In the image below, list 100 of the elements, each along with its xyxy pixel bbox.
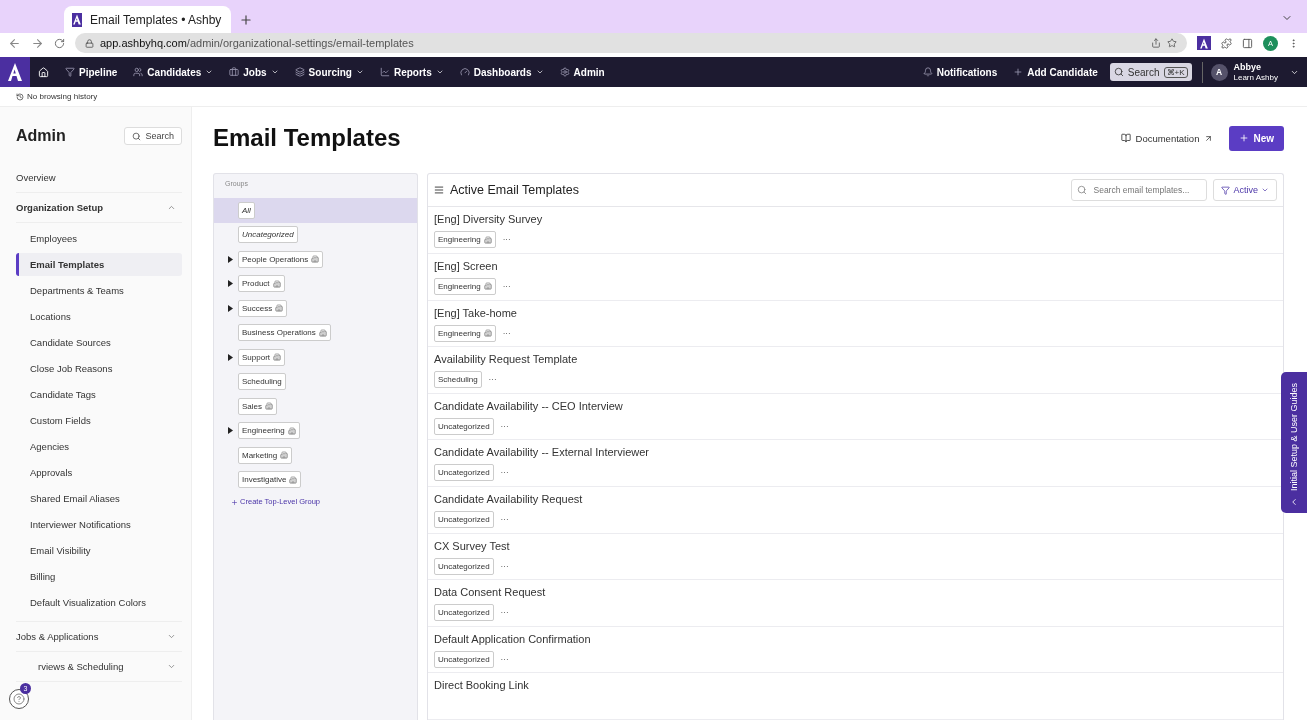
nav-item[interactable]: Jobs (221, 66, 287, 78)
sidebar-item[interactable]: Email Templates (16, 253, 182, 276)
template-title[interactable]: Data Consent Request (434, 586, 1277, 602)
template-title[interactable]: [Eng] Diversity Survey (434, 213, 1277, 229)
template-title[interactable]: Candidate Availability -- CEO Interview (434, 399, 1277, 415)
notifications-link[interactable]: Notifications (914, 66, 1006, 78)
more-options[interactable]: ··· (502, 282, 511, 291)
ashby-logo[interactable] (0, 57, 30, 87)
section-header[interactable]: Overview (16, 172, 56, 183)
expand-triangle-icon[interactable] (228, 255, 233, 263)
expand-triangle-icon[interactable] (228, 427, 233, 435)
more-options[interactable]: ··· (502, 328, 511, 338)
sidebar-item[interactable]: Close Job Reasons (16, 357, 182, 380)
group-chip[interactable]: Uncategorized (238, 226, 298, 244)
more-options[interactable]: ··· (500, 608, 509, 618)
nav-item[interactable]: Sourcing (286, 66, 372, 78)
group-chip[interactable]: Product (238, 275, 285, 293)
star-icon[interactable] (1167, 38, 1177, 48)
sidebar-item[interactable]: Interviewer Notifications (16, 513, 182, 536)
expand-triangle-icon[interactable] (228, 280, 233, 288)
sidebar-item[interactable]: Locations (16, 305, 182, 328)
group-row[interactable]: Investigative (214, 467, 417, 492)
group-chip[interactable]: Sales (238, 397, 277, 415)
back-icon[interactable] (8, 36, 21, 50)
browser-tab[interactable]: Email Templates • Ashby (64, 6, 231, 33)
sidebar-item[interactable]: Billing (16, 565, 182, 588)
template-title[interactable]: Direct Booking Link (434, 679, 1277, 695)
sidebar-item[interactable]: Candidate Sources (16, 331, 182, 354)
group-chip[interactable]: Business Operations (238, 324, 331, 342)
reload-icon[interactable] (54, 37, 65, 49)
group-row[interactable]: Marketing (214, 443, 417, 468)
expand-triangle-icon[interactable] (228, 353, 233, 361)
template-title[interactable]: CX Survey Test (434, 539, 1277, 555)
forward-icon[interactable] (31, 36, 44, 50)
nav-item[interactable]: Reports (371, 66, 452, 78)
group-row[interactable]: Scheduling (214, 369, 417, 394)
group-chip[interactable]: Investigative (238, 471, 302, 489)
template-title[interactable]: Availability Request Template (434, 353, 1277, 369)
search-field[interactable]: Search email templates... (1071, 179, 1208, 202)
group-chip[interactable]: Scheduling (238, 373, 286, 391)
sidebar-item[interactable]: Shared Email Aliases (16, 487, 182, 510)
group-chip[interactable]: Marketing (238, 446, 293, 464)
extension-button[interactable] (1197, 36, 1211, 50)
search-button[interactable]: Search ⌘+K (1109, 63, 1192, 81)
group-chip[interactable]: Support (238, 348, 286, 366)
side-panel-icon[interactable] (1242, 37, 1253, 49)
template-title[interactable]: [Eng] Take-home (434, 306, 1277, 322)
search-button[interactable]: Search (124, 127, 182, 145)
help-button[interactable] (9, 689, 29, 709)
documentation-link[interactable]: Documentation (1120, 132, 1214, 144)
nav-item[interactable]: Admin (551, 66, 613, 78)
puzzle-icon[interactable] (1221, 37, 1232, 49)
group-chip[interactable]: Engineering (238, 422, 300, 440)
group-row[interactable]: Product (214, 271, 417, 296)
nav-item[interactable]: Candidates (125, 66, 222, 78)
chevron-up-icon[interactable] (167, 203, 176, 212)
nav-item[interactable]: Dashboards (451, 66, 552, 78)
group-row[interactable]: Uncategorized (214, 222, 417, 247)
new-tab-icon[interactable] (239, 13, 253, 27)
share-icon[interactable] (1151, 38, 1161, 48)
more-options[interactable]: ··· (500, 421, 509, 431)
group-row[interactable]: Success (214, 296, 417, 321)
more-options[interactable]: ··· (500, 654, 509, 664)
sidebar-item[interactable]: Candidate Tags (16, 383, 182, 406)
group-row[interactable]: Business Operations (214, 320, 417, 345)
group-row[interactable]: Support (214, 345, 417, 370)
group-chip[interactable]: Success (238, 299, 288, 317)
sidebar-item[interactable]: Custom Fields (16, 409, 182, 432)
section-header[interactable]: Jobs & Applications (16, 631, 99, 642)
template-title[interactable]: Candidate Availability Request (434, 493, 1277, 509)
section-header[interactable]: rviews & Scheduling (16, 661, 124, 672)
more-options[interactable]: ··· (488, 375, 497, 385)
user-avatar[interactable]: A (1210, 63, 1228, 81)
guide-tab[interactable]: Initial Setup & User Guides (1281, 372, 1307, 513)
nav-item[interactable]: Pipeline (57, 66, 126, 78)
sidebar-item[interactable]: Approvals (16, 461, 182, 484)
expand-triangle-icon[interactable] (228, 304, 233, 312)
more-options[interactable]: ··· (500, 515, 509, 525)
group-chip[interactable]: People Operations (238, 250, 324, 268)
address-bar[interactable]: app.ashbyhq.com/admin/organizational-settings/email-templates (75, 33, 1187, 53)
group-row[interactable]: Engineering (214, 418, 417, 443)
template-title[interactable]: Default Application Confirmation (434, 632, 1277, 648)
sidebar-item[interactable]: Agencies (16, 435, 182, 458)
group-row[interactable]: People Operations (214, 247, 417, 272)
more-options[interactable]: ··· (500, 468, 509, 478)
template-title[interactable]: Candidate Availability -- External Interviewer (434, 446, 1277, 462)
sidebar-item[interactable]: Employees (16, 227, 182, 250)
more-options[interactable]: ··· (502, 235, 511, 245)
group-chip[interactable]: All (238, 201, 255, 219)
new-button[interactable]: New (1229, 125, 1284, 151)
template-title[interactable]: [Eng] Screen (434, 260, 1277, 275)
sidebar-item[interactable]: Email Visibility (16, 539, 182, 562)
section-header[interactable]: Organization Setup (16, 202, 104, 213)
add-candidate-link[interactable]: Add Candidate (1005, 66, 1106, 78)
group-row[interactable]: All (214, 198, 417, 223)
filter-button[interactable]: Active (1213, 179, 1277, 202)
sidebar-item[interactable]: Departments & Teams (16, 279, 182, 302)
group-row[interactable]: Sales (214, 394, 417, 419)
sidebar-item[interactable]: Default Visualization Colors (16, 591, 182, 614)
more-options[interactable]: ··· (500, 561, 509, 571)
